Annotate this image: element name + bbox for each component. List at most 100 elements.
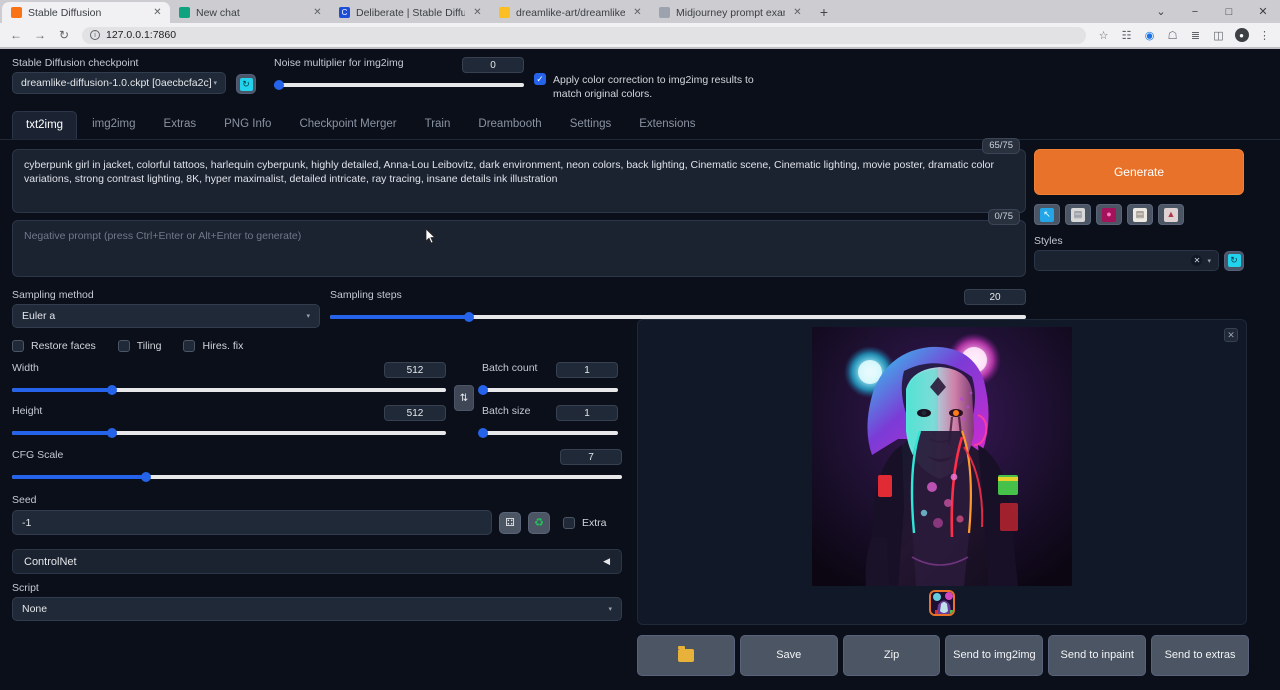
noise-multiplier-value[interactable]: 0 (462, 57, 524, 73)
height-value[interactable]: 512 (384, 405, 446, 421)
color-correction-checkbox[interactable]: ✓ (534, 73, 546, 85)
slider-thumb[interactable] (107, 385, 117, 395)
chevron-down-icon: ▾ (608, 605, 612, 613)
restore-faces-checkbox[interactable] (12, 340, 24, 352)
zip-button[interactable]: Zip (843, 635, 941, 676)
width-value[interactable]: 512 (384, 362, 446, 378)
tab-dreambooth[interactable]: Dreambooth (465, 111, 554, 139)
restore-faces-toggle[interactable]: Restore faces (12, 340, 96, 352)
reload-button[interactable]: ↻ (54, 25, 74, 45)
sampling-steps-value[interactable]: 20 (964, 289, 1026, 305)
tab-search-icon[interactable]: ⌄ (1144, 0, 1178, 23)
refresh-styles-button[interactable]: ↻ (1224, 251, 1244, 271)
slider-thumb[interactable] (464, 312, 474, 322)
tab-extensions[interactable]: Extensions (626, 111, 708, 139)
slider-thumb[interactable] (478, 428, 488, 438)
color-correction-group[interactable]: ✓ Apply color correction to img2img resu… (534, 73, 764, 101)
minimize-button[interactable]: − (1178, 0, 1212, 23)
avatar-icon[interactable]: ● (1232, 26, 1251, 45)
send-to-inpaint-button[interactable]: Send to inpaint (1048, 635, 1146, 676)
tab-close-icon[interactable]: ✕ (791, 6, 804, 19)
tab-png-info[interactable]: PNG Info (211, 111, 284, 139)
app-header: Stable Diffusion checkpoint dreamlike-di… (0, 49, 1280, 101)
extra-seed-checkbox[interactable] (563, 517, 575, 529)
hires-fix-checkbox[interactable] (183, 340, 195, 352)
tab-img2img[interactable]: img2img (79, 111, 148, 139)
clear-styles-icon[interactable]: ✕ (1191, 255, 1202, 266)
extra-networks-button[interactable]: ● (1096, 204, 1122, 225)
slider-track (482, 388, 618, 392)
width-slider[interactable] (12, 384, 446, 396)
batch-count-value[interactable]: 1 (556, 362, 618, 378)
side-panel-icon[interactable]: ◫ (1209, 26, 1228, 45)
tab-close-icon[interactable]: ✕ (311, 6, 324, 19)
batch-size-slider[interactable] (482, 427, 618, 439)
slider-thumb[interactable] (274, 80, 284, 90)
tab-txt2img[interactable]: txt2img (12, 111, 77, 139)
site-info-icon[interactable]: i (90, 30, 100, 40)
tab-close-icon[interactable]: ✕ (631, 6, 644, 19)
height-slider[interactable] (12, 427, 446, 439)
tab-favicon-dreamlike-art (499, 7, 510, 18)
close-icon[interactable]: ✕ (1224, 328, 1238, 342)
chrome-menu-icon[interactable]: ⋮ (1255, 26, 1274, 45)
generated-image[interactable] (812, 327, 1072, 586)
back-button[interactable]: ← (6, 25, 26, 45)
tab-extras[interactable]: Extras (151, 111, 210, 139)
checkpoint-select[interactable]: dreamlike-diffusion-1.0.ckpt [0aecbcfa2c… (12, 72, 226, 94)
open-folder-button[interactable] (637, 635, 735, 676)
tiling-checkbox[interactable] (118, 340, 130, 352)
controlnet-accordion[interactable]: ControlNet ◀ (12, 549, 622, 574)
maximize-button[interactable]: □ (1212, 0, 1246, 23)
save-button[interactable]: Save (740, 635, 838, 676)
browser-tab-0[interactable]: Stable Diffusion ✕ (2, 2, 170, 23)
styles-select[interactable]: ✕ ▾ (1034, 250, 1219, 271)
cfg-scale-slider[interactable] (12, 471, 622, 483)
bookmark-star-icon[interactable]: ☆ (1094, 26, 1113, 45)
refresh-checkpoint-button[interactable]: ↻ (236, 74, 256, 94)
apply-style-button[interactable]: ▲ (1158, 204, 1184, 225)
prompt-input[interactable]: cyberpunk girl in jacket, colorful tatto… (12, 149, 1026, 213)
browser-tab-4[interactable]: Midjourney prompt examples : L ✕ (650, 2, 810, 23)
paste-prompt-button[interactable]: ↖ (1034, 204, 1060, 225)
send-to-img2img-button[interactable]: Send to img2img (945, 635, 1043, 676)
forward-button[interactable]: → (30, 25, 50, 45)
slider-fill (12, 431, 112, 435)
clear-prompt-button[interactable]: ▤ (1065, 204, 1091, 225)
batch-size-value[interactable]: 1 (556, 405, 618, 421)
slider-thumb[interactable] (107, 428, 117, 438)
batch-count-slider[interactable] (482, 384, 618, 396)
script-select[interactable]: None ▾ (12, 597, 622, 621)
slider-thumb[interactable] (141, 472, 151, 482)
save-style-button[interactable]: ▤ (1127, 204, 1153, 225)
tab-checkpoint-merger[interactable]: Checkpoint Merger (286, 111, 409, 139)
new-tab-button[interactable]: + (814, 2, 834, 22)
reuse-seed-button[interactable]: ♻ (528, 512, 550, 534)
noise-multiplier-slider[interactable] (274, 79, 524, 91)
home-icon[interactable]: ☖ (1163, 26, 1182, 45)
sampling-method-select[interactable]: Euler a ▾ (12, 304, 320, 328)
seed-input[interactable]: -1 (12, 510, 492, 535)
cfg-scale-value[interactable]: 7 (560, 449, 622, 465)
browser-tab-1[interactable]: New chat ✕ (170, 2, 330, 23)
gallery-thumbnail[interactable] (929, 590, 955, 616)
send-to-extras-button[interactable]: Send to extras (1151, 635, 1249, 676)
profile-sync-icon[interactable]: ◉ (1140, 26, 1159, 45)
tab-train[interactable]: Train (412, 111, 464, 139)
extensions-icon[interactable]: ☷ (1117, 26, 1136, 45)
address-bar[interactable]: i 127.0.0.1:7860 (82, 27, 1086, 44)
generate-button[interactable]: Generate (1034, 149, 1244, 195)
close-window-button[interactable]: ✕ (1246, 0, 1280, 23)
reading-list-icon[interactable]: ≣ (1186, 26, 1205, 45)
tiling-toggle[interactable]: Tiling (118, 340, 162, 352)
random-seed-button[interactable]: ⚃ (499, 512, 521, 534)
browser-tab-2[interactable]: C Deliberate | Stable Diffusion Che ✕ (330, 2, 490, 23)
negative-prompt-input[interactable]: Negative prompt (press Ctrl+Enter or Alt… (12, 220, 1026, 277)
slider-thumb[interactable] (478, 385, 488, 395)
tab-close-icon[interactable]: ✕ (151, 6, 164, 19)
browser-tab-3[interactable]: dreamlike-art/dreamlike-diffusio ✕ (490, 2, 650, 23)
tab-close-icon[interactable]: ✕ (471, 6, 484, 19)
tab-settings[interactable]: Settings (557, 111, 625, 139)
hires-fix-toggle[interactable]: Hires. fix (183, 340, 243, 352)
swap-dimensions-button[interactable]: ⇅ (454, 385, 474, 411)
